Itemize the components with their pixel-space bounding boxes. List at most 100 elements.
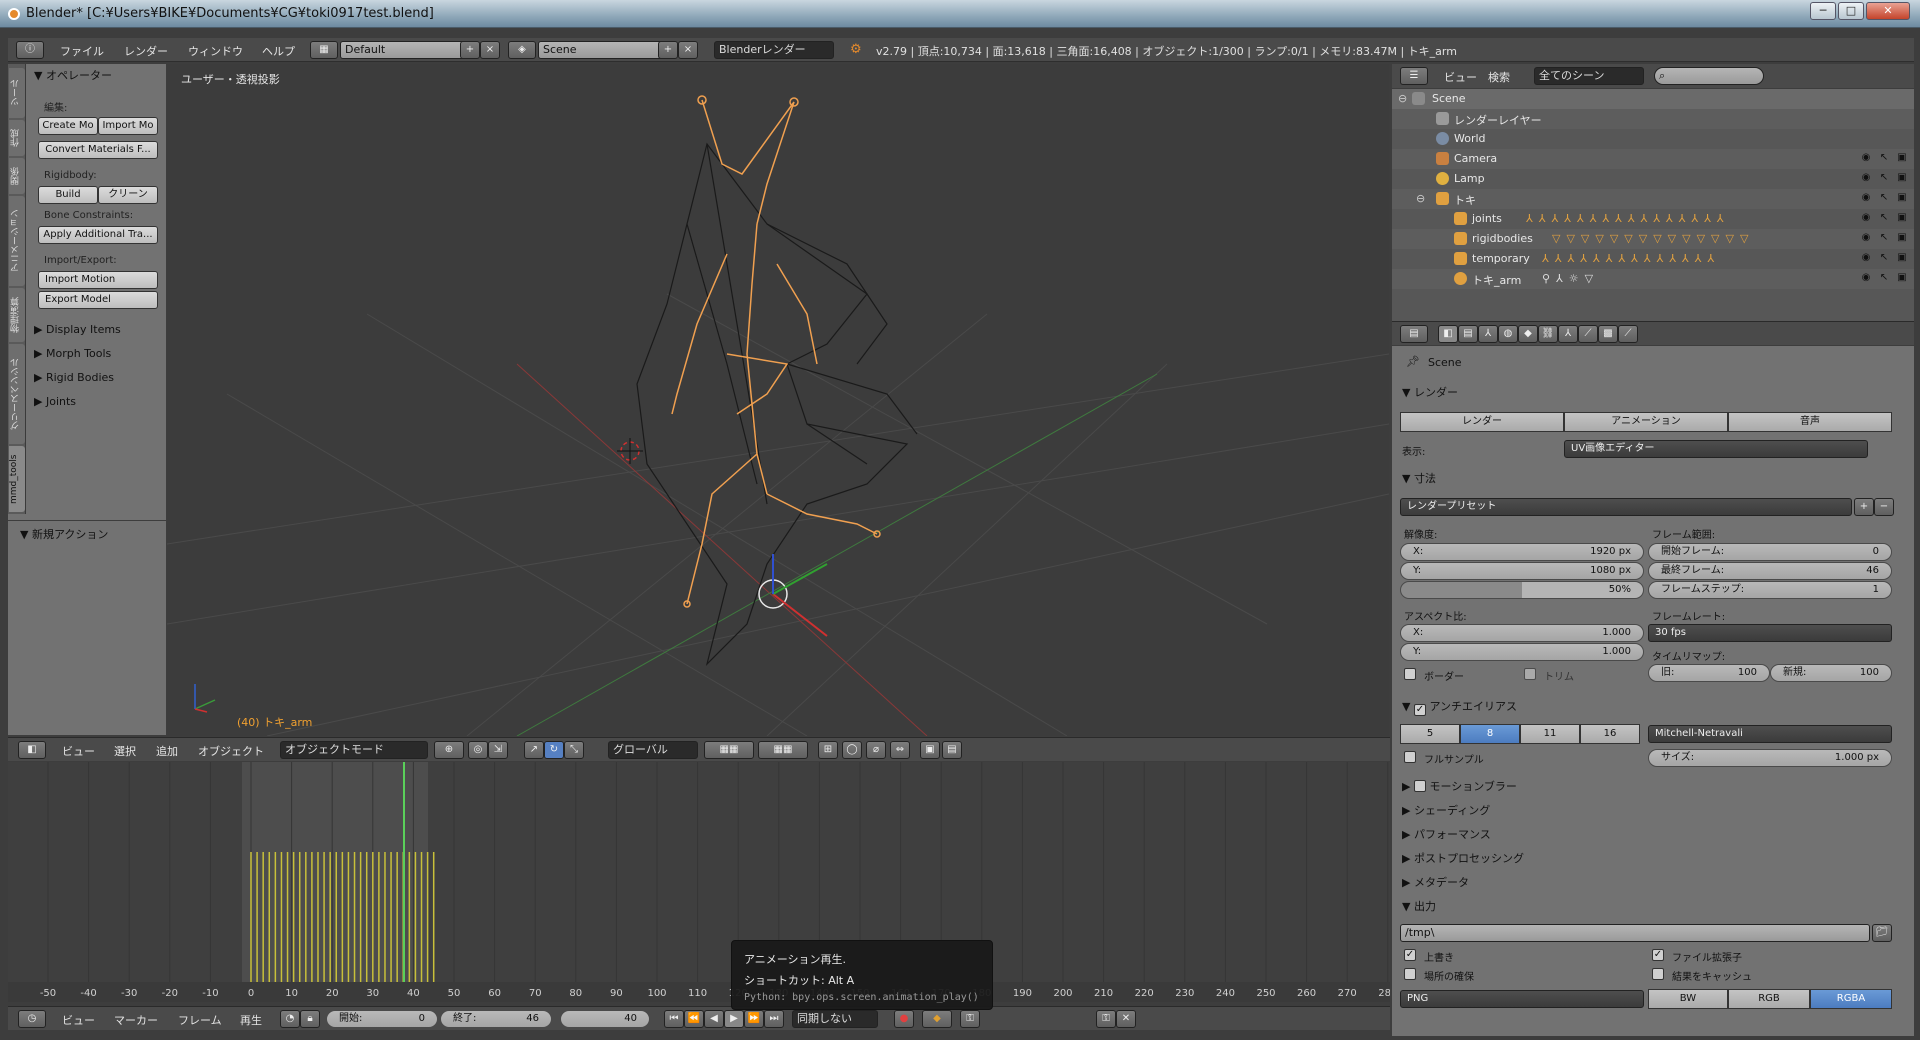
rigid-bodies-panel[interactable]: ▶ Rigid Bodies bbox=[34, 371, 114, 384]
morph-tools-panel[interactable]: ▶ Morph Tools bbox=[34, 347, 111, 360]
resolution-x-field[interactable]: X: 1920 px bbox=[1400, 543, 1644, 561]
scene-add-icon[interactable]: + bbox=[658, 41, 678, 59]
menu-object[interactable]: オブジェクト bbox=[198, 743, 264, 759]
aa-samples-8[interactable]: 8 bbox=[1460, 724, 1520, 744]
scene-icon[interactable]: ◈ bbox=[508, 41, 536, 59]
aa-samples-16[interactable]: 16 bbox=[1580, 724, 1640, 744]
visibility-eye-icon[interactable]: ◉ bbox=[1860, 193, 1872, 203]
expand-icon[interactable]: ⊖ bbox=[1416, 192, 1425, 205]
metadata-section[interactable]: ▶ メタデータ bbox=[1402, 874, 1469, 890]
scene-field[interactable]: Scene bbox=[538, 41, 666, 59]
editor-type-outliner-icon[interactable]: ☰ bbox=[1400, 67, 1428, 85]
preview-range-icon[interactable]: ◔ bbox=[280, 1010, 300, 1028]
physics-tab-icon[interactable]: ⟋ bbox=[1618, 325, 1638, 343]
aa-samples-11[interactable]: 11 bbox=[1520, 724, 1580, 744]
export-model-button[interactable]: Export Model bbox=[38, 291, 158, 309]
menu-render[interactable]: レンダー bbox=[124, 43, 168, 59]
render-engine-dropdown[interactable]: Blenderレンダー bbox=[714, 41, 834, 59]
snap-icon[interactable]: ⌀ bbox=[866, 741, 886, 759]
tab-grease-pencil[interactable]: グリースペンシル bbox=[9, 344, 25, 444]
selectable-cursor-icon[interactable]: ↖ bbox=[1878, 193, 1890, 203]
operator-panel-header[interactable]: ▼ オペレーター bbox=[34, 67, 112, 83]
aspect-x-field[interactable]: X: 1.000 bbox=[1400, 624, 1644, 642]
outliner-search-input[interactable]: ⌕ bbox=[1654, 67, 1764, 85]
record-icon[interactable]: ● bbox=[894, 1010, 914, 1028]
properties-editor[interactable]: 📌︎ Scene ▼ レンダー レンダー アニメーション 音声 表示: UV画像… bbox=[1392, 346, 1914, 1036]
end-frame-field[interactable]: 終了: 46 bbox=[440, 1010, 552, 1028]
keyframe-add-icon[interactable]: ⚿ bbox=[1096, 1010, 1116, 1028]
3d-cursor-icon[interactable] bbox=[617, 438, 643, 464]
renderable-camera-icon[interactable]: ▣ bbox=[1896, 213, 1908, 223]
output-path-field[interactable]: /tmp\ bbox=[1400, 924, 1870, 942]
menu-select[interactable]: 選択 bbox=[114, 743, 136, 759]
tab-physics[interactable]: 物理演算 bbox=[9, 288, 25, 342]
crop-checkbox[interactable] bbox=[1524, 668, 1536, 680]
opengl-render-icon[interactable]: ▤ bbox=[942, 741, 962, 759]
lock-layers-icon[interactable]: ⊞ bbox=[818, 741, 838, 759]
texture-tab-icon[interactable]: ▩ bbox=[1598, 325, 1618, 343]
editor-type-timeline-icon[interactable]: ◷ bbox=[18, 1010, 46, 1028]
scene-remove-icon[interactable]: × bbox=[678, 41, 698, 59]
snap-target-icon[interactable]: ⇔ bbox=[890, 741, 910, 759]
editor-type-3d-icon[interactable]: ◧ bbox=[18, 741, 46, 759]
outliner-menu-search[interactable]: 検索 bbox=[1488, 69, 1510, 85]
preset-add-icon[interactable]: + bbox=[1854, 498, 1874, 516]
border-checkbox[interactable] bbox=[1404, 668, 1416, 680]
bone-tab-icon[interactable]: ⟋ bbox=[1578, 325, 1598, 343]
pivot-point-icon[interactable]: ⊕ bbox=[434, 741, 464, 759]
build-button[interactable]: Build bbox=[38, 186, 98, 204]
outliner-menu-view[interactable]: ビュー bbox=[1444, 69, 1477, 85]
viewport-canvas[interactable] bbox=[167, 64, 1389, 736]
layout-field[interactable]: Default bbox=[340, 41, 468, 59]
frame-rate-dropdown[interactable]: 30 fps bbox=[1648, 624, 1892, 642]
tl-menu-frame[interactable]: フレーム bbox=[178, 1012, 222, 1028]
file-extension-checkbox[interactable]: ✓ bbox=[1652, 949, 1664, 961]
maximize-button[interactable]: □ bbox=[1838, 2, 1864, 20]
manipulator-toggle-icon[interactable]: ⇲ bbox=[488, 741, 508, 759]
file-format-dropdown[interactable]: PNG bbox=[1400, 990, 1644, 1008]
placeholders-checkbox[interactable] bbox=[1404, 968, 1416, 980]
expand-icon[interactable]: ⊖ bbox=[1398, 92, 1407, 105]
selectable-cursor-icon[interactable]: ↖ bbox=[1878, 273, 1890, 283]
convert-materials-button[interactable]: Convert Materials F... bbox=[38, 141, 158, 159]
world-tab-icon[interactable]: ◍ bbox=[1498, 325, 1518, 343]
outliner-item-toki-arm[interactable]: トキ_arm ⚲⅄☼▽ ◉ ↖ ▣ bbox=[1392, 269, 1914, 289]
visibility-eye-icon[interactable]: ◉ bbox=[1860, 233, 1872, 243]
renderable-camera-icon[interactable]: ▣ bbox=[1896, 233, 1908, 243]
tab-mmd-tools[interactable]: mmd_tools bbox=[9, 446, 25, 512]
outliner-item-rigidbodies[interactable]: rigidbodies ▽▽▽▽▽▽▽▽▽▽▽▽▽▽ ◉ ↖ ▣ bbox=[1392, 229, 1914, 249]
insert-keyframe-icon[interactable]: ⚿ bbox=[960, 1010, 980, 1028]
tl-menu-view[interactable]: ビュー bbox=[62, 1012, 95, 1028]
context-pin-icon[interactable]: 📌︎ bbox=[1406, 355, 1420, 368]
translate-manipulator-icon[interactable]: ↗ bbox=[524, 741, 544, 759]
render-presets-dropdown[interactable]: レンダープリセット bbox=[1400, 498, 1852, 516]
keyframe-remove-icon[interactable]: ✕ bbox=[1116, 1010, 1136, 1028]
joints-panel[interactable]: ▶ Joints bbox=[34, 395, 76, 408]
next-keyframe-icon[interactable]: ⏩ bbox=[744, 1010, 764, 1028]
selectable-cursor-icon[interactable]: ↖ bbox=[1878, 173, 1890, 183]
resolution-percentage-slider[interactable]: 50% bbox=[1400, 581, 1644, 599]
tl-menu-marker[interactable]: マーカー bbox=[114, 1012, 158, 1028]
outliner-item-toki[interactable]: ⊖ トキ ◉ ↖ ▣ bbox=[1392, 189, 1914, 209]
aa-filter-dropdown[interactable]: Mitchell-Netravali bbox=[1648, 725, 1892, 743]
renderable-camera-icon[interactable]: ▣ bbox=[1896, 193, 1908, 203]
filter-size-field[interactable]: サイズ: 1.000 px bbox=[1648, 749, 1892, 767]
mode-dropdown[interactable]: オブジェクトモード bbox=[280, 741, 428, 759]
close-button[interactable]: ✕ bbox=[1866, 2, 1910, 20]
object-tab-icon[interactable]: ◆ bbox=[1518, 325, 1538, 343]
render-section-header[interactable]: ▼ レンダー bbox=[1402, 384, 1458, 400]
snap-element-icon[interactable]: ◎ bbox=[468, 741, 488, 759]
prev-keyframe-icon[interactable]: ⏪ bbox=[684, 1010, 704, 1028]
start-frame-prop-field[interactable]: 開始フレーム: 0 bbox=[1648, 543, 1892, 561]
renderable-camera-icon[interactable]: ▣ bbox=[1896, 273, 1908, 283]
end-frame-prop-field[interactable]: 最終フレーム: 46 bbox=[1648, 562, 1892, 580]
visibility-eye-icon[interactable]: ◉ bbox=[1860, 153, 1872, 163]
import-model-button[interactable]: Import Mo bbox=[98, 117, 158, 135]
minimize-button[interactable]: ─ bbox=[1810, 2, 1836, 20]
play-icon[interactable]: ▶ bbox=[724, 1010, 744, 1028]
display-items-panel[interactable]: ▶ Display Items bbox=[34, 323, 121, 336]
full-sample-checkbox[interactable] bbox=[1404, 751, 1416, 763]
data-tab-icon[interactable]: ⅄ bbox=[1558, 325, 1578, 343]
selectable-cursor-icon[interactable]: ↖ bbox=[1878, 153, 1890, 163]
editor-type-properties-icon[interactable]: ▤ bbox=[1400, 325, 1428, 343]
